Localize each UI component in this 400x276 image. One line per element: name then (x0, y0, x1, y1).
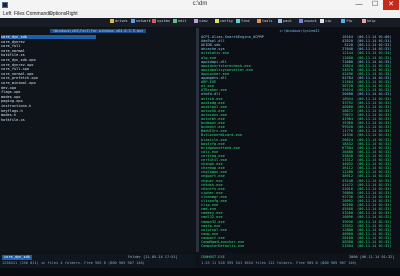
left-file-row[interactable]: hotkfile.xs (1, 118, 96, 122)
toolbar-view-icon (194, 19, 198, 23)
left-file-row[interactable]: paging.xpo (1, 99, 96, 103)
toolbar-network-icon (131, 19, 135, 23)
left-file-row[interactable]: modes.h (1, 113, 96, 117)
toolbar-drives-icon (110, 19, 114, 23)
menu-commands[interactable]: Commands (26, 11, 52, 17)
toolbar-button-pack[interactable]: pack (278, 19, 291, 23)
toolbar-button-tools[interactable]: tools (257, 19, 273, 23)
toolbar-button-help[interactable]: help (362, 19, 375, 23)
toolbar-label: unpack (304, 19, 317, 23)
menu-bar: Left Files Commands Options Right (0, 10, 400, 18)
toolbar-label: system (157, 19, 170, 23)
toolbar: drives network system edit view config find too… (0, 18, 400, 27)
toolbar-label: ftp (346, 19, 353, 23)
left-file-row[interactable]: dev.xpo (1, 86, 96, 90)
left-file-row[interactable]: core_dyn_sdk (1, 35, 96, 40)
menu-right[interactable]: Right (66, 11, 78, 17)
toolbar-button-ftp[interactable]: ftp (341, 19, 352, 23)
file-size: 21504 (342, 244, 353, 249)
left-file-row[interactable]: core_prefetch.xpo (1, 76, 96, 80)
left-panel-path: \Windows\x64\Far2\Far-windows-x64.0.3.9.… (0, 28, 196, 34)
window-title: c:\dm (192, 1, 208, 7)
right-panel-path: c:\Windows\System32 (279, 29, 320, 33)
left-file-row[interactable]: core_minimal.xpo (1, 81, 96, 85)
left-file-row[interactable]: instructions.h (1, 104, 96, 108)
toolbar-help-icon (362, 19, 366, 23)
toolbar-config-icon (215, 19, 219, 23)
toolbar-tools-icon (257, 19, 261, 23)
toolbar-label: view (199, 19, 208, 23)
toolbar-label: find (241, 19, 250, 23)
toolbar-button-config[interactable]: config (215, 19, 233, 23)
menu-options[interactable]: Options (49, 11, 66, 17)
close-button[interactable]: ✕ (383, 0, 399, 10)
toolbar-find-icon (236, 19, 240, 23)
toolbar-button-edit[interactable]: edit (173, 19, 186, 23)
minimize-button[interactable]: — (351, 0, 367, 10)
toolbar-pack-icon (278, 19, 282, 23)
toolbar-button-drives[interactable]: drives (110, 19, 128, 23)
left-panel[interactable]: \Windows\x64\Far2\Far-windows-x64.0.3.9.… (0, 28, 196, 252)
toolbar-label: tools (262, 19, 273, 23)
toolbar-ftp-icon (341, 19, 345, 23)
menu-left[interactable]: Left (3, 11, 11, 17)
left-file-row[interactable]: modes.xpo (1, 95, 96, 99)
left-file-row[interactable]: core_dynrev.xpo (1, 63, 96, 67)
right-status-info: 3006 [06.11.14 01:32] (349, 255, 395, 259)
toolbar-button-zip[interactable]: zip (320, 19, 331, 23)
toolbar-label: config (220, 19, 233, 23)
left-file-row[interactable]: core_normal.xpo (1, 72, 96, 76)
left-status-filename: core_dyn_sdk (2, 255, 32, 260)
toolbar-button-find[interactable]: find (236, 19, 249, 23)
maximize-button[interactable]: ☐ (367, 0, 383, 10)
toolbar-button-network[interactable]: network (131, 19, 151, 23)
left-file-row[interactable]: flags.xpo (1, 90, 96, 94)
right-status-filename: CONHOST.EXE (201, 255, 225, 259)
toolbar-system-icon (152, 19, 156, 23)
toolbar-label: network (136, 19, 151, 23)
left-file-row[interactable]: core_full.xpo (1, 67, 96, 71)
left-status-footer: 1256411 (256 811) in files 4 folders. Fr… (2, 261, 145, 265)
left-file-row[interactable]: core_dynrev (1, 40, 96, 44)
right-status-footer: 1.53 11 528 595 541 3654 files 112 folde… (201, 261, 357, 265)
command-line[interactable] (0, 268, 400, 276)
left-file-row[interactable]: keyflags.h (1, 109, 96, 113)
toolbar-edit-icon (173, 19, 177, 23)
toolbar-label: pack (283, 19, 292, 23)
right-file-row[interactable]: ComputerDefaults.exe 21504 (06.11.14 01:32… (199, 244, 399, 248)
right-panel[interactable]: c:\Windows\System32 ACPI.Alias.SearchEng… (199, 28, 400, 252)
menu-files[interactable]: Files (14, 11, 25, 17)
toolbar-label: edit (178, 19, 187, 23)
left-file-row[interactable]: core_normal (1, 49, 96, 53)
left-file-row[interactable]: hotkfile.xs (1, 53, 96, 57)
left-status-info: Folder [11.05.14 17:51] (128, 255, 178, 259)
right-status-area: CONHOST.EXE 3006 [06.11.14 01:32] 1.53 1… (199, 254, 400, 268)
toolbar-button-system[interactable]: system (152, 19, 170, 23)
toolbar-button-view[interactable]: view (194, 19, 207, 23)
title-bar: c:\dm — ☐ ✕ (0, 0, 400, 10)
file-date: (06.11.14 01:32) (357, 244, 392, 249)
toolbar-label: zip (325, 19, 332, 23)
left-file-row[interactable]: core_dyn_sdk.xpo (1, 58, 96, 62)
toolbar-label: help (367, 19, 376, 23)
toolbar-label: drives (115, 19, 128, 23)
toolbar-unpack-icon (299, 19, 303, 23)
toolbar-button-unpack[interactable]: unpack (299, 19, 317, 23)
file-name: ComputerDefaults.exe (201, 244, 245, 249)
toolbar-zip-icon (320, 19, 324, 23)
left-status-area: core_dyn_sdk Folder [11.05.14 17:51] 125… (0, 254, 196, 268)
left-file-row[interactable]: core_full (1, 44, 96, 48)
